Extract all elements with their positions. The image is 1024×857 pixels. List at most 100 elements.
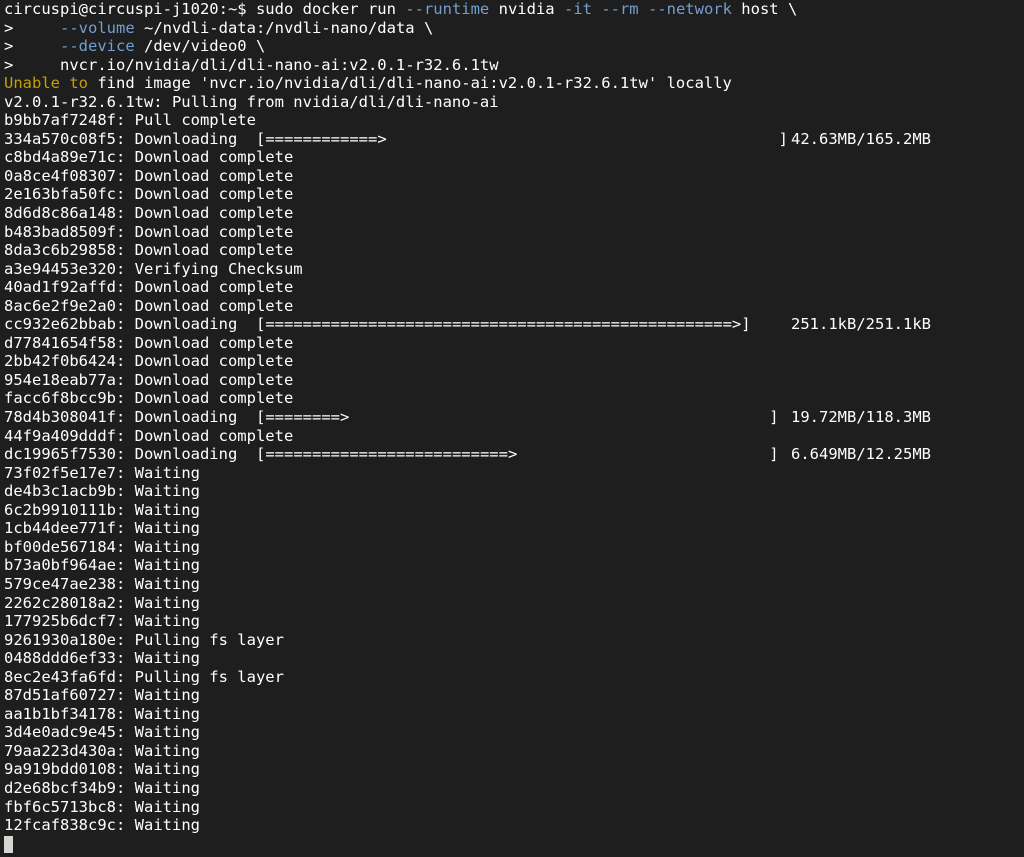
device-value: /dev/video0 \ (134, 37, 266, 56)
layer-line: 954e18eab77a: Download complete (4, 370, 294, 389)
layer-status: Verifying Checksum (134, 259, 303, 278)
unable-message-text: find image 'nvcr.io/nvidia/dli/dli-nano-… (88, 74, 732, 93)
layer-line: 9261930a180e: Pulling fs layer (4, 630, 284, 649)
layer-line: d77841654f58: Download complete (4, 333, 294, 352)
layer-id: de4b3c1acb9b (4, 482, 116, 501)
layer-status: Waiting (134, 574, 200, 593)
layer-id: 177925b6dcf7 (4, 612, 116, 631)
layer-id: cc932e62bbab (4, 315, 116, 334)
layer-line: fbf6c5713bc8: Waiting (4, 797, 200, 816)
layer-status: Download complete (134, 370, 294, 389)
layer-status: Waiting (134, 816, 200, 835)
terminal-output[interactable]: circuspi@circuspi-j1020:~$ sudo docker r… (4, 0, 1020, 854)
warning-keyword: Unable to (4, 74, 88, 93)
runtime-value: nvidia (489, 0, 564, 18)
layer-id: 87d51af60727 (4, 686, 116, 705)
layer-line: 2262c28018a2: Waiting (4, 593, 200, 612)
layer-progress-bar: [=======================================… (256, 315, 751, 334)
layer-status: Downloading (134, 445, 238, 464)
layer-id: 3d4e0adc9e45 (4, 723, 116, 742)
layer-status: Download complete (134, 333, 294, 352)
layer-id: 73f02f5e17e7 (4, 463, 116, 482)
rm-flag: --rm (601, 0, 639, 18)
layer-id: d77841654f58 (4, 333, 116, 352)
terminal-cursor (4, 836, 13, 854)
layer-id: 954e18eab77a (4, 370, 116, 389)
layer-line: 1cb44dee771f: Waiting (4, 519, 200, 538)
layer-list: b9bb7af7248f: Pull complete 334a570c08f5:… (4, 111, 1020, 834)
layer-line: 0a8ce4f08307: Download complete (4, 166, 294, 185)
layer-line: cc932e62bbab: Downloading [==============… (4, 315, 931, 334)
layer-status: Waiting (134, 723, 200, 742)
layer-status: Waiting (134, 463, 200, 482)
layer-status: Download complete (134, 241, 294, 260)
layer-status: Download complete (134, 278, 294, 297)
shell-prompt: circuspi@circuspi-j1020:~$ (4, 0, 247, 18)
layer-status: Pulling fs layer (134, 630, 284, 649)
layer-line: a3e94453e320: Verifying Checksum (4, 259, 303, 278)
layer-status: Download complete (134, 148, 294, 167)
layer-id: 2e163bfa50fc (4, 185, 116, 204)
layer-status: Waiting (134, 797, 200, 816)
layer-id: 40ad1f92affd (4, 278, 116, 297)
layer-id: a3e94453e320 (4, 259, 116, 278)
layer-progress-size: 251.1kB/251.1kB (791, 315, 931, 334)
command-text: sudo docker run (246, 0, 406, 18)
layer-line: 40ad1f92affd: Download complete (4, 278, 294, 297)
continuation-line-volume: > --volume ~/nvdli-data:/nvdli-nano/data… (4, 19, 1020, 38)
continuation-prompt: > (4, 37, 60, 56)
layer-id: 78d4b308041f (4, 408, 116, 427)
volume-value: ~/nvdli-data:/nvdli-nano/data \ (134, 18, 434, 37)
layer-id: 9a919bdd0108 (4, 760, 116, 779)
continuation-line-device: > --device /dev/video0 \ (4, 37, 1020, 56)
layer-id: 8d6d8c86a148 (4, 204, 116, 223)
pulling-from-message: v2.0.1-r32.6.1tw: Pulling from nvidia/dl… (4, 92, 499, 111)
layer-id: c8bd4a89e71c (4, 148, 116, 167)
layer-line: 8da3c6b29858: Download complete (4, 241, 294, 260)
layer-id: 2bb42f0b6424 (4, 352, 116, 371)
layer-line: 9a919bdd0108: Waiting (4, 760, 200, 779)
runtime-flag: --runtime (405, 0, 490, 18)
layer-id: b9bb7af7248f (4, 111, 116, 130)
layer-line: 12fcaf838c9c: Waiting (4, 816, 200, 835)
layer-line: b73a0bf964ae: Waiting (4, 556, 200, 575)
layer-id: fbf6c5713bc8 (4, 797, 116, 816)
it-flag: -it (563, 0, 592, 18)
layer-id: 0a8ce4f08307 (4, 166, 116, 185)
layer-status: Pulling fs layer (134, 667, 284, 686)
layer-line: 44f9a409dddf: Download complete (4, 426, 294, 445)
layer-line: 6c2b9910111b: Waiting (4, 500, 200, 519)
layer-line: 334a570c08f5: Downloading [============> … (4, 129, 931, 148)
layer-status: Waiting (134, 760, 200, 779)
layer-id: 79aa223d430a (4, 741, 116, 760)
layer-status: Waiting (134, 482, 200, 501)
layer-line: 2bb42f0b6424: Download complete (4, 352, 294, 371)
layer-status: Download complete (134, 389, 294, 408)
network-flag: --network (647, 0, 732, 18)
layer-status: Download complete (134, 166, 294, 185)
layer-status: Downloading (134, 315, 238, 334)
layer-line: c8bd4a89e71c: Download complete (4, 148, 294, 167)
layer-line: 73f02f5e17e7: Waiting (4, 463, 200, 482)
layer-line: 0488ddd6ef33: Waiting (4, 649, 200, 668)
device-flag: --device (60, 37, 135, 56)
layer-progress-bar: [========> ] (256, 408, 779, 427)
layer-id: 1cb44dee771f (4, 519, 116, 538)
layer-progress-size: 19.72MB/118.3MB (791, 408, 931, 427)
layer-id: 44f9a409dddf (4, 426, 116, 445)
layer-id: 6c2b9910111b (4, 500, 116, 519)
layer-id: b483bad8509f (4, 222, 116, 241)
layer-id: 334a570c08f5 (4, 129, 116, 148)
layer-id: 0488ddd6ef33 (4, 649, 116, 668)
layer-line: 8ec2e43fa6fd: Pulling fs layer (4, 667, 284, 686)
layer-progress-size: 6.649MB/12.25MB (791, 445, 931, 464)
layer-status: Download complete (134, 296, 294, 315)
layer-line: 8ac6e2f9e2a0: Download complete (4, 296, 294, 315)
layer-line: 579ce47ae238: Waiting (4, 574, 200, 593)
layer-id: d2e68bcf34b9 (4, 778, 116, 797)
layer-status: Waiting (134, 612, 200, 631)
layer-status: Waiting (134, 741, 200, 760)
layer-status: Waiting (134, 500, 200, 519)
continuation-prompt: > (4, 18, 60, 37)
unable-to-find-message: Unable to find image 'nvcr.io/nvidia/dli… (4, 74, 1020, 93)
